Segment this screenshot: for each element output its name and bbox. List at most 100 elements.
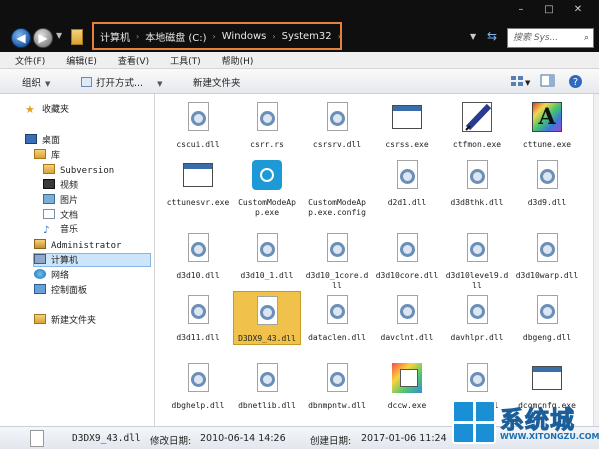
file-item[interactable]: d3d10.dll (164, 229, 232, 281)
file-item[interactable]: dbghelp.dll (164, 359, 232, 411)
file-item[interactable]: d3d9.dll (513, 156, 581, 208)
sidebar-item-label: 网络 (51, 271, 70, 281)
sidebar-item-administrator[interactable]: Administrator (34, 239, 121, 251)
dll-file-icon (530, 231, 564, 269)
menu-file[interactable]: 文件(F) (15, 54, 45, 67)
chevron-down-icon: ▼ (157, 80, 163, 88)
back-button[interactable]: ◀ (11, 28, 31, 48)
sidebar-item-network[interactable]: 网络 (34, 269, 69, 281)
breadcrumb-separator[interactable]: › (272, 32, 275, 41)
file-item[interactable]: CustomModeApp.exe (233, 156, 301, 218)
application-icon (530, 361, 564, 399)
file-item[interactable]: dbnetlib.dll (233, 359, 301, 411)
file-item[interactable]: d2d1.dll (373, 156, 441, 208)
minimize-button[interactable]: – (512, 2, 530, 18)
dll-file-icon (460, 158, 494, 196)
file-item[interactable]: Acttune.exe (513, 98, 581, 150)
file-item[interactable]: dbgeng.dll (513, 291, 581, 343)
sidebar-item-computer[interactable]: 计算机 (33, 253, 151, 267)
file-item[interactable]: dbnmpntw.dll (303, 359, 371, 411)
breadcrumb-windows[interactable]: Windows (222, 31, 267, 42)
breadcrumb-separator[interactable]: › (213, 32, 216, 41)
open-with-button[interactable]: 打开方式... ▼ (81, 75, 162, 89)
file-item[interactable]: cscui.dll (164, 98, 232, 150)
refresh-button[interactable]: ⇆ (487, 29, 497, 43)
file-item[interactable]: d3d8thk.dll (443, 156, 511, 208)
watermark-title: 系统城 (500, 406, 575, 435)
breadcrumb-separator[interactable]: › (136, 32, 139, 41)
file-item[interactable]: d3d10_1.dll (233, 229, 301, 281)
file-item[interactable]: d3d10_1core.dll (303, 229, 371, 291)
watermark-url: WWW.XITONGZU.COM (500, 432, 599, 441)
organize-button[interactable]: 组织 ▼ (22, 75, 50, 89)
file-item[interactable]: csrsrv.dll (303, 98, 371, 150)
sidebar-item-label: 新建文件夹 (51, 316, 97, 326)
menu-view[interactable]: 查看(V) (118, 54, 149, 67)
dll-file-icon (181, 100, 215, 138)
dll-file-icon (250, 231, 284, 269)
address-bar[interactable]: 计算机 › 本地磁盘 (C:) › Windows › System32 › (92, 22, 342, 50)
ctfmon-icon (460, 100, 494, 138)
recent-pages-dropdown[interactable]: ▼ (56, 31, 62, 40)
help-button[interactable]: ? (568, 74, 583, 88)
sidebar-item-label: Administrator (51, 241, 122, 251)
sidebar-item-videos[interactable]: 视频 (43, 179, 78, 191)
breadcrumb-separator[interactable]: › (338, 32, 340, 41)
view-options-button[interactable] (510, 74, 525, 88)
file-item[interactable]: cttunesvr.exe (164, 156, 232, 208)
file-item[interactable]: D3DX9_43.dll (233, 291, 301, 345)
file-item[interactable]: d3d11.dll (164, 291, 232, 343)
dll-file-icon (320, 100, 354, 138)
file-item[interactable]: CustomModeApp.exe.config (303, 156, 371, 218)
dll-file-icon (250, 294, 284, 332)
open-with-label: 打开方式... (96, 78, 144, 89)
sidebar-item-desktop[interactable]: 桌面 (25, 134, 60, 146)
sidebar-item-library[interactable]: 库 (34, 149, 60, 161)
file-item[interactable]: csrss.exe (373, 98, 441, 150)
file-item[interactable]: d3d10warp.dll (513, 229, 581, 281)
sidebar-item-label: Subversion (60, 166, 115, 176)
new-folder-button[interactable]: 新建文件夹 (193, 75, 241, 89)
search-icon[interactable]: ⌕ (584, 29, 589, 47)
folder-icon (43, 164, 55, 174)
folder-icon (71, 29, 83, 45)
sidebar-item-music[interactable]: ♪ 音乐 (43, 224, 78, 236)
file-name: CustomModeApp.exe.config (308, 198, 366, 217)
file-item[interactable]: davhlpr.dll (443, 291, 511, 343)
file-item[interactable]: ctfmon.exe (443, 98, 511, 150)
status-created-label: 创建日期: (310, 436, 352, 447)
view-dropdown[interactable]: ▼ (525, 79, 533, 93)
file-item[interactable]: dataclen.dll (303, 291, 371, 343)
sidebar-item-subversion[interactable]: Subversion (43, 164, 114, 176)
file-item[interactable]: csrr.rs (233, 98, 301, 150)
menu-help[interactable]: 帮助(H) (222, 54, 254, 67)
file-item[interactable]: d3d10core.dll (373, 229, 441, 281)
dll-file-icon (460, 361, 494, 399)
command-bar: 组织 ▼ 打开方式... ▼ 新建文件夹 ▼ ? (0, 69, 599, 94)
address-dropdown[interactable]: ▼ (470, 32, 476, 41)
vertical-scrollbar[interactable] (593, 94, 599, 426)
refresh-icon: ⇆ (487, 29, 498, 43)
breadcrumb-computer[interactable]: 计算机 (100, 29, 130, 44)
search-input[interactable]: 搜索 Sys... ⌕ (507, 28, 594, 48)
breadcrumb-local-disk[interactable]: 本地磁盘 (C:) (145, 29, 206, 44)
maximize-button[interactable]: □ (540, 2, 558, 18)
menu-tools[interactable]: 工具(T) (170, 54, 201, 67)
sidebar-item-control-panel[interactable]: 控制面板 (34, 284, 87, 296)
menu-edit[interactable]: 编辑(E) (66, 54, 97, 67)
user-folder-icon (34, 239, 46, 249)
forward-button[interactable]: ▶ (33, 28, 53, 48)
close-button[interactable]: ✕ (567, 2, 589, 18)
sidebar-item-pictures[interactable]: 图片 (43, 194, 78, 206)
preview-pane-icon (540, 74, 555, 87)
sidebar-item-new-folder[interactable]: 新建文件夹 (34, 314, 96, 326)
document-icon (43, 209, 55, 219)
file-item[interactable]: d3d10level9.dll (443, 229, 511, 291)
preview-pane-button[interactable] (540, 74, 555, 88)
file-item[interactable]: davclnt.dll (373, 291, 441, 343)
file-item[interactable]: dccw.exe (373, 359, 441, 411)
sidebar-item-favorites[interactable]: ★ 收藏夹 (25, 104, 69, 116)
breadcrumb-system32[interactable]: System32 (282, 31, 332, 42)
windows-logo-icon (452, 400, 496, 444)
sidebar-item-documents[interactable]: 文档 (43, 209, 78, 221)
